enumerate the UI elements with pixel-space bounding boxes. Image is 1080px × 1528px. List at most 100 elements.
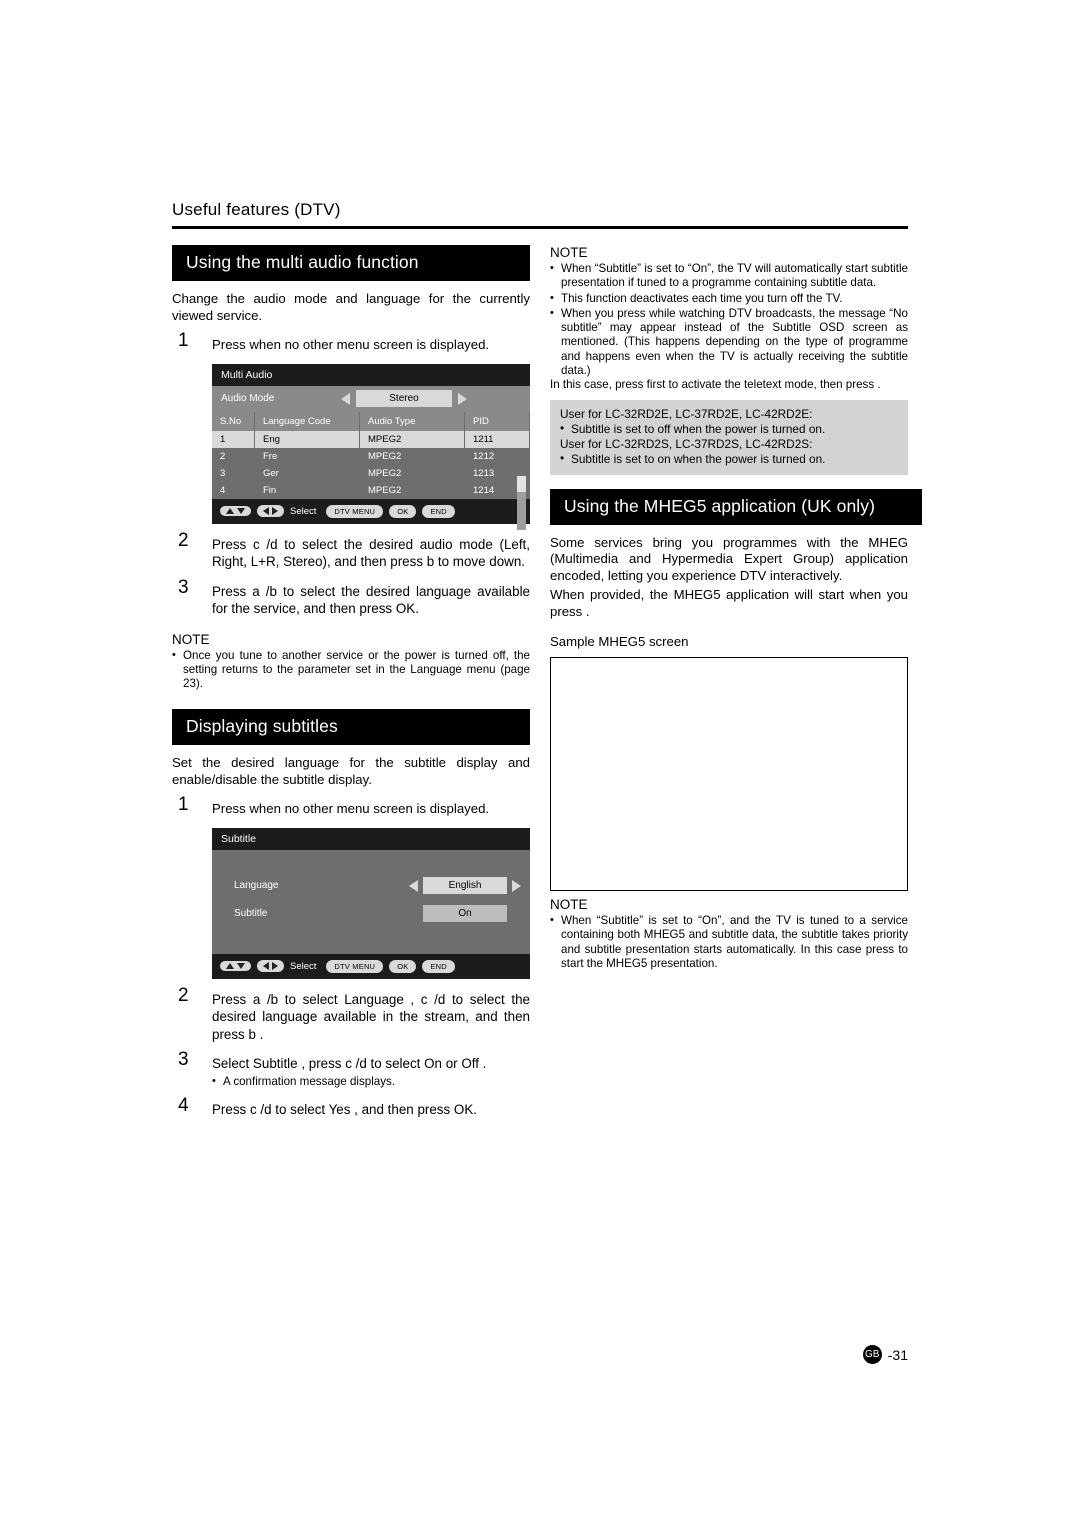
- cell-sno: 3: [212, 464, 255, 482]
- osd-subtitle: Subtitle Language English Subtitle On Se…: [212, 827, 530, 979]
- step-text: Press a /b to select the desired languag…: [212, 583, 530, 617]
- model-bullet: Subtitle is set to on when the power is …: [560, 451, 898, 467]
- osd-footer: Select DTV MENU OK END: [212, 498, 530, 524]
- audio-track-table: S.No Language Code Audio Type PID 1 Eng …: [212, 411, 530, 499]
- page: Useful features (DTV) Using the multi au…: [0, 0, 1080, 1528]
- osd-title: Subtitle: [212, 827, 530, 850]
- sample-mheg5-screen: [550, 657, 908, 892]
- step-number: 2: [178, 529, 189, 551]
- step-3-multi-audio: 3 Press a /b to select the desired langu…: [172, 578, 530, 618]
- section-title-subtitles: Displaying subtitles: [172, 709, 530, 746]
- model-line-2: User for LC-32RD2S, LC-37RD2S, LC-42RD2S…: [560, 436, 813, 451]
- note-title-left: NOTE: [172, 631, 210, 647]
- note-item: Once you tune to another service or the …: [172, 648, 530, 692]
- cell-language: Fre: [254, 447, 360, 465]
- note-item: When “Subtitle” is set to “On”, the TV w…: [550, 261, 908, 291]
- step-2-subtitle: 2 Press a /b to select Language , c /d t…: [172, 986, 530, 1044]
- step-3-subnote: A confirmation message displays.: [212, 1074, 530, 1089]
- osd-multi-audio: Multi Audio Audio Mode Stereo S.No Langu…: [212, 363, 530, 530]
- col-audio-type: Audio Type: [359, 411, 465, 431]
- col-pid: PID: [464, 411, 530, 431]
- model-note-box: User for LC-32RD2E, LC-37RD2E, LC-42RD2E…: [550, 399, 908, 475]
- step-4-subtitle: 4 Press c /d to select Yes , and then pr…: [172, 1096, 530, 1119]
- step-text: Press c /d to select Yes , and then pres…: [212, 1102, 477, 1118]
- header-rule: [172, 226, 908, 229]
- subtitle-value[interactable]: On: [423, 905, 507, 923]
- step-3-subtitle: 3 Select Subtitle , press c /d to select…: [172, 1051, 530, 1089]
- updown-key-icon[interactable]: [220, 961, 251, 972]
- dtv-menu-button[interactable]: DTV MENU: [326, 959, 384, 973]
- audio-mode-value[interactable]: Stereo: [356, 390, 452, 407]
- table-row[interactable]: 4 Fin MPEG2 1214: [212, 481, 530, 499]
- step-number: 3: [178, 576, 189, 598]
- updown-key-icon[interactable]: [220, 506, 251, 516]
- note-list-mheg5: When “Subtitle” is set to “On”, and the …: [550, 913, 908, 971]
- note-tail: In this case, press first to activate th…: [550, 378, 881, 392]
- cell-language: Ger: [254, 464, 360, 482]
- scrollbar-thumb[interactable]: [517, 475, 526, 492]
- note-list-left: Once you tune to another service or the …: [172, 648, 530, 692]
- left-arrow-icon[interactable]: [409, 879, 418, 892]
- note-item: When “Subtitle” is set to “On”, and the …: [550, 913, 908, 971]
- step-number: 1: [178, 330, 189, 351]
- right-arrow-icon[interactable]: [458, 392, 467, 405]
- step-1-subtitle: 1 Press when no other menu screen is dis…: [172, 796, 530, 818]
- model-bullets-2: Subtitle is set to on when the power is …: [560, 451, 898, 467]
- step-number: 2: [178, 984, 189, 1006]
- subtitles-intro: Set the desired language for the subtitl…: [172, 755, 530, 787]
- dtv-menu-button[interactable]: DTV MENU: [326, 504, 384, 518]
- language-value[interactable]: English: [423, 877, 507, 895]
- note-item: When you press while watching DTV broadc…: [550, 306, 908, 378]
- table-row[interactable]: 2 Fre MPEG2 1212: [212, 447, 530, 465]
- select-label: Select: [290, 505, 317, 517]
- note-list-right: When “Subtitle” is set to “On”, the TV w…: [550, 261, 908, 378]
- note-item: A confirmation message displays.: [212, 1074, 530, 1089]
- table-row[interactable]: 1 Eng MPEG2 1211: [212, 430, 530, 448]
- note-title-mheg5: NOTE: [550, 897, 588, 913]
- page-header: Useful features (DTV): [172, 200, 908, 229]
- step-2-multi-audio: 2 Press c /d to select the desired audio…: [172, 531, 530, 571]
- page-number: -31: [887, 1346, 908, 1363]
- leftright-key-icon[interactable]: [257, 960, 284, 973]
- section-title-mheg5: Using the MHEG5 application (UK only): [550, 488, 922, 525]
- ok-button[interactable]: OK: [389, 504, 417, 518]
- left-arrow-icon[interactable]: [341, 392, 350, 405]
- table-row[interactable]: 3 Ger MPEG2 1213: [212, 464, 530, 482]
- step-text: Press when no other menu screen is displ…: [212, 801, 490, 817]
- step-text: Press a /b to select Language , c /d to …: [212, 991, 530, 1042]
- step-text: Press when no other menu screen is displ…: [212, 337, 490, 352]
- cell-type: MPEG2: [359, 481, 465, 499]
- osd-title: Multi Audio: [212, 363, 530, 386]
- mheg5-para-2: When provided, the MHEG5 application wil…: [550, 587, 908, 619]
- sample-screen-label: Sample MHEG5 screen: [550, 634, 689, 650]
- mheg5-para-1: Some services bring you programmes with …: [550, 534, 908, 583]
- language-label: Language: [234, 880, 279, 892]
- scrollbar[interactable]: [517, 475, 526, 530]
- audio-mode-label: Audio Mode: [221, 393, 275, 404]
- language-row[interactable]: Language English: [212, 872, 530, 900]
- step-text: Select Subtitle , press c /d to select O…: [212, 1056, 487, 1072]
- cell-type: MPEG2: [359, 447, 465, 465]
- right-arrow-icon[interactable]: [512, 879, 521, 892]
- cell-language: Fin: [254, 481, 360, 499]
- col-language-code: Language Code: [254, 411, 360, 431]
- cell-sno: 2: [212, 447, 255, 465]
- subtitle-row[interactable]: Subtitle On: [212, 900, 530, 928]
- note-title-right: NOTE: [550, 245, 588, 260]
- ok-button[interactable]: OK: [389, 959, 417, 973]
- step-number: 4: [178, 1095, 189, 1117]
- right-column: NOTE When “Subtitle” is set to “On”, the…: [550, 245, 922, 971]
- audio-mode-row[interactable]: Audio Mode Stereo: [212, 385, 530, 412]
- multi-audio-intro: Change the audio mode and language for t…: [172, 291, 530, 323]
- cell-type: MPEG2: [359, 430, 465, 448]
- cell-sno: 4: [212, 481, 255, 499]
- left-column: Using the multi audio function Change th…: [172, 245, 530, 1119]
- end-button[interactable]: END: [422, 504, 455, 518]
- cell-type: MPEG2: [359, 464, 465, 482]
- cell-sno: 1: [212, 430, 255, 448]
- page-footer: GB -31: [862, 1345, 908, 1364]
- end-button[interactable]: END: [422, 959, 455, 973]
- leftright-key-icon[interactable]: [257, 505, 284, 517]
- cell-pid: 1212: [464, 447, 530, 465]
- breadcrumb: Useful features (DTV): [172, 200, 341, 219]
